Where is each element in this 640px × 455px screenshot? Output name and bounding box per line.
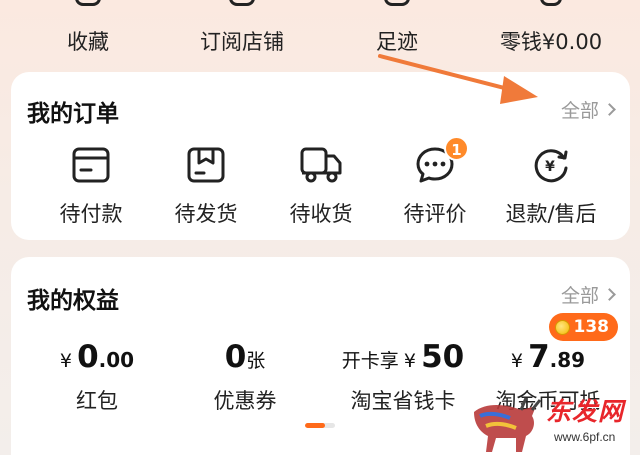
benefits-view-all-link[interactable]: 全部 [560,281,616,308]
currency-symbol: ¥ [403,350,416,372]
favorites-icon [75,0,101,6]
order-pending-receipt[interactable]: 待收货 [261,146,381,226]
shortcut-label: 足迹 [376,30,418,54]
package-icon [187,147,225,183]
bull-logo-icon [474,397,542,452]
value-prefix: 开卡享 [341,350,399,372]
orders-view-all-link[interactable]: 全部 [560,96,616,123]
truck-icon [300,147,342,183]
order-pending-review[interactable]: 1 待评价 [375,136,495,226]
chevron-right-icon [603,288,616,301]
my-orders-card: 我的订单 全部 待付款 待发货 待收货 1 待评价 ¥ 退款/售后 [11,72,630,240]
value-integer: 50 [421,339,465,375]
order-label: 待付款 [59,202,123,226]
coin-count: 138 [573,317,610,337]
value-integer: 0 [77,339,99,375]
carousel-pager [305,423,335,428]
shortcut-label: 收藏 [67,30,109,54]
benefit-value: ¥ 0.00 [22,339,172,375]
site-watermark: 东发网 www.6pf.cn [466,392,640,455]
view-all-label: 全部 [560,285,599,307]
benefit-red-packet[interactable]: ¥ 0.00 红包 [22,339,172,429]
value-decimal: .89 [549,348,586,372]
unread-count-badge: 1 [444,136,469,161]
currency-symbol: ¥ [59,350,72,372]
order-label: 待评价 [403,202,467,226]
svg-text:¥: ¥ [545,159,555,175]
benefit-label: 淘宝省钱卡 [350,389,456,413]
benefit-savings-card[interactable]: 开卡享 ¥ 50 淘宝省钱卡 [318,339,488,429]
shortcut-label: 订阅店铺 [200,30,284,54]
card-icon [72,147,110,183]
coin-icon [554,319,570,335]
orders-title: 我的订单 [27,101,119,127]
benefit-value: 0张 [170,339,320,375]
shortcut-row: 收藏 订阅店铺 足迹 零钱¥0.00 [0,0,640,62]
order-label: 退款/售后 [505,202,597,226]
value-integer: 0 [224,339,247,375]
benefit-value: ¥ 7.89 [473,339,623,375]
benefit-label: 红包 [76,389,118,413]
value-decimal: .00 [98,348,135,372]
footprint-icon [384,0,410,6]
value-integer: 7 [528,339,550,375]
shortcut-label: 零钱¥0.00 [499,30,603,54]
watermark-url: www.6pf.cn [554,430,616,444]
order-label: 待收货 [289,202,353,226]
benefit-label: 优惠券 [213,389,277,413]
value-unit: 张 [246,350,266,372]
benefit-value: 开卡享 ¥ 50 [318,339,488,375]
store-icon [229,0,255,6]
benefits-title: 我的权益 [27,288,119,314]
watermark-brand: 东发网 [546,397,625,426]
view-all-label: 全部 [560,100,599,122]
order-pending-payment[interactable]: 待付款 [31,146,151,226]
benefit-coupons[interactable]: 0张 优惠券 [170,339,320,429]
gold-coin-badge: 138 [548,313,618,341]
order-refund-aftersales[interactable]: ¥ 退款/售后 [491,146,611,226]
pager-active-dot [305,423,325,428]
order-pending-shipment[interactable]: 待发货 [146,146,266,226]
currency-symbol: ¥ [510,350,523,372]
refund-icon: ¥ [534,149,568,183]
chevron-right-icon [603,103,616,116]
wallet-icon [540,0,562,6]
order-label: 待发货 [174,202,238,226]
